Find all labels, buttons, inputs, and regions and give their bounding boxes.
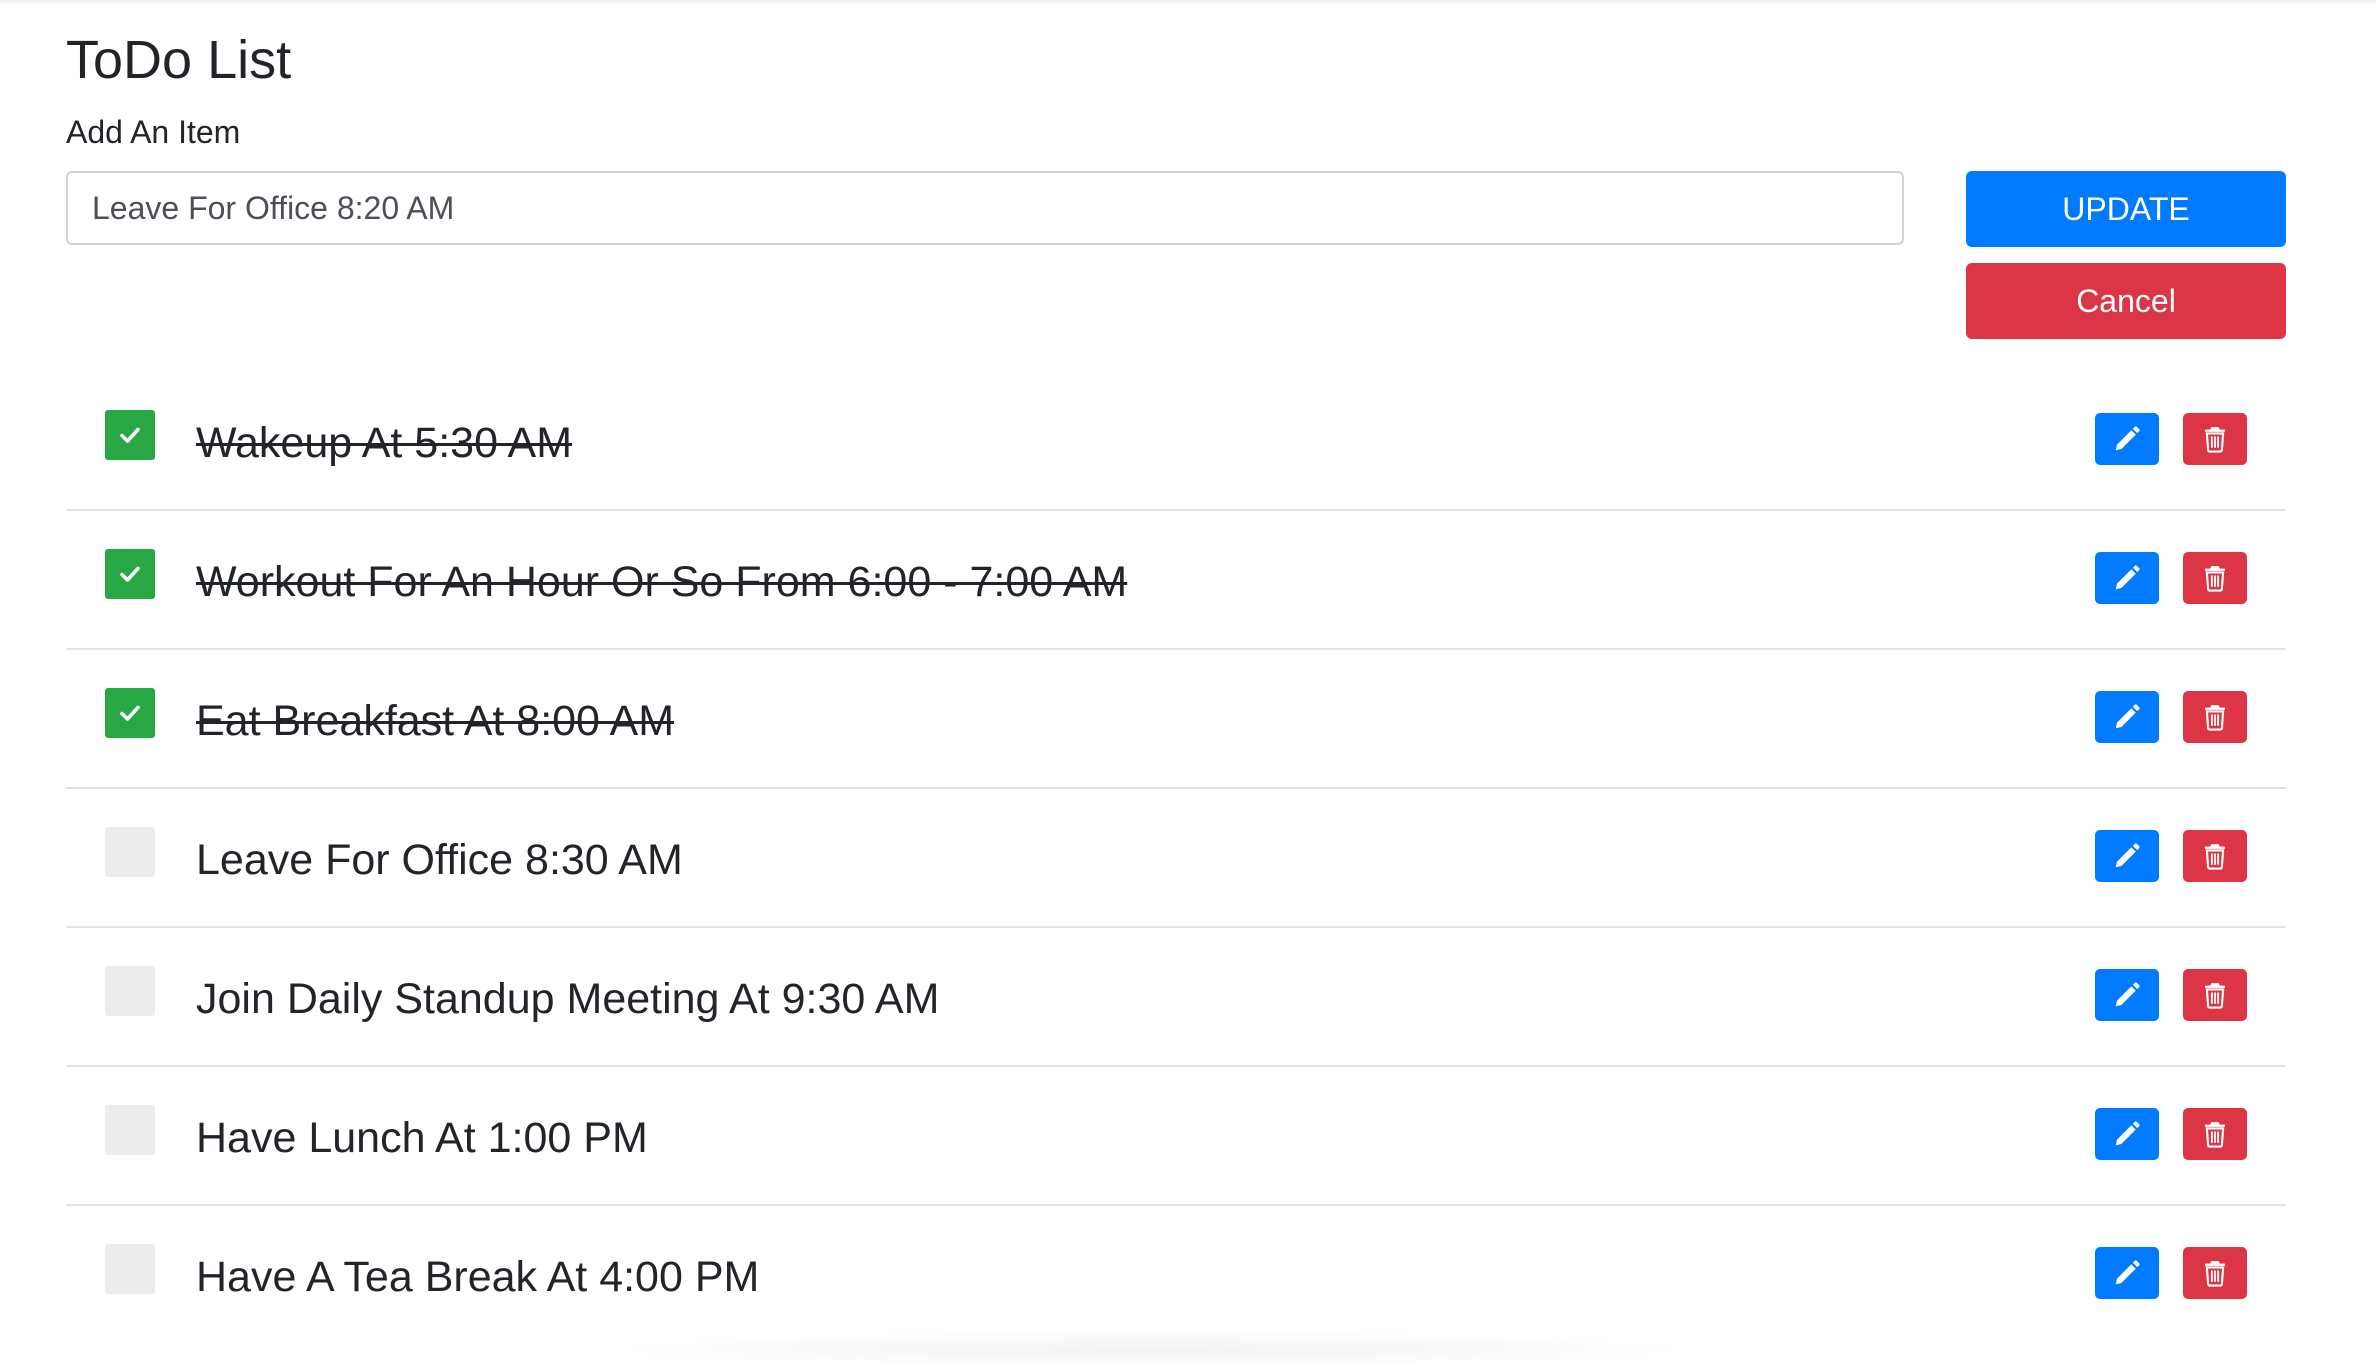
todo-checkbox[interactable] — [105, 966, 155, 1016]
add-item-label: Add An Item — [66, 114, 241, 150]
check-icon — [120, 566, 140, 582]
todo-text: Wakeup At 5:30 AM — [196, 419, 573, 467]
delete-button[interactable] — [2183, 1108, 2247, 1160]
trash-icon — [2205, 1261, 2225, 1287]
todo-text: Eat Breakfast At 8:00 AM — [196, 697, 675, 745]
check-icon — [120, 705, 140, 721]
trash-icon — [2205, 1122, 2225, 1148]
todo-checkbox[interactable] — [105, 549, 155, 599]
todo-item: Workout For An Hour Or So From 6:00 - 7:… — [66, 511, 2286, 650]
pencil-icon — [2115, 982, 2140, 1007]
edit-button[interactable] — [2095, 413, 2159, 465]
todo-item: Have Lunch At 1:00 PM — [66, 1067, 2286, 1206]
check-icon — [120, 427, 140, 443]
edit-button[interactable] — [2095, 1247, 2159, 1299]
edit-button[interactable] — [2095, 1108, 2159, 1160]
todo-checkbox[interactable] — [105, 1244, 155, 1294]
item-input[interactable] — [66, 171, 1904, 245]
edit-button[interactable] — [2095, 691, 2159, 743]
todo-list: Wakeup At 5:30 AM Workout For An Hour Or… — [66, 372, 2286, 1345]
trash-icon — [2205, 427, 2225, 453]
todo-text: Have A Tea Break At 4:00 PM — [196, 1253, 760, 1301]
delete-button[interactable] — [2183, 830, 2247, 882]
edit-button[interactable] — [2095, 969, 2159, 1021]
page-title: ToDo List — [66, 30, 292, 90]
todo-checkbox[interactable] — [105, 827, 155, 877]
todo-text: Have Lunch At 1:00 PM — [196, 1114, 648, 1162]
update-button[interactable]: UPDATE — [1966, 171, 2286, 247]
todo-checkbox[interactable] — [105, 688, 155, 738]
delete-button[interactable] — [2183, 969, 2247, 1021]
delete-button[interactable] — [2183, 691, 2247, 743]
todo-item: Have A Tea Break At 4:00 PM — [66, 1206, 2286, 1345]
trash-icon — [2205, 983, 2225, 1009]
todo-text: Workout For An Hour Or So From 6:00 - 7:… — [196, 558, 1128, 606]
delete-button[interactable] — [2183, 552, 2247, 604]
delete-button[interactable] — [2183, 413, 2247, 465]
todo-item: Eat Breakfast At 8:00 AM — [66, 650, 2286, 789]
delete-button[interactable] — [2183, 1247, 2247, 1299]
todo-item: Wakeup At 5:30 AM — [66, 372, 2286, 511]
todo-item: Join Daily Standup Meeting At 9:30 AM — [66, 928, 2286, 1067]
todo-text: Join Daily Standup Meeting At 9:30 AM — [196, 975, 940, 1023]
cancel-button[interactable]: Cancel — [1966, 263, 2286, 339]
todo-checkbox[interactable] — [105, 410, 155, 460]
todo-checkbox[interactable] — [105, 1105, 155, 1155]
pencil-icon — [2115, 1121, 2140, 1146]
pencil-icon — [2115, 1260, 2140, 1285]
todo-text: Leave For Office 8:30 AM — [196, 836, 683, 884]
pencil-icon — [2115, 843, 2140, 868]
trash-icon — [2205, 844, 2225, 870]
pencil-icon — [2115, 426, 2140, 451]
edit-button[interactable] — [2095, 830, 2159, 882]
pencil-icon — [2115, 704, 2140, 729]
trash-icon — [2205, 566, 2225, 592]
page: ToDo List Add An Item UPDATE Cancel Wake… — [0, 0, 2376, 1363]
todo-item: Leave For Office 8:30 AM — [66, 789, 2286, 928]
trash-icon — [2205, 705, 2225, 731]
pencil-icon — [2115, 565, 2140, 590]
edit-button[interactable] — [2095, 552, 2159, 604]
